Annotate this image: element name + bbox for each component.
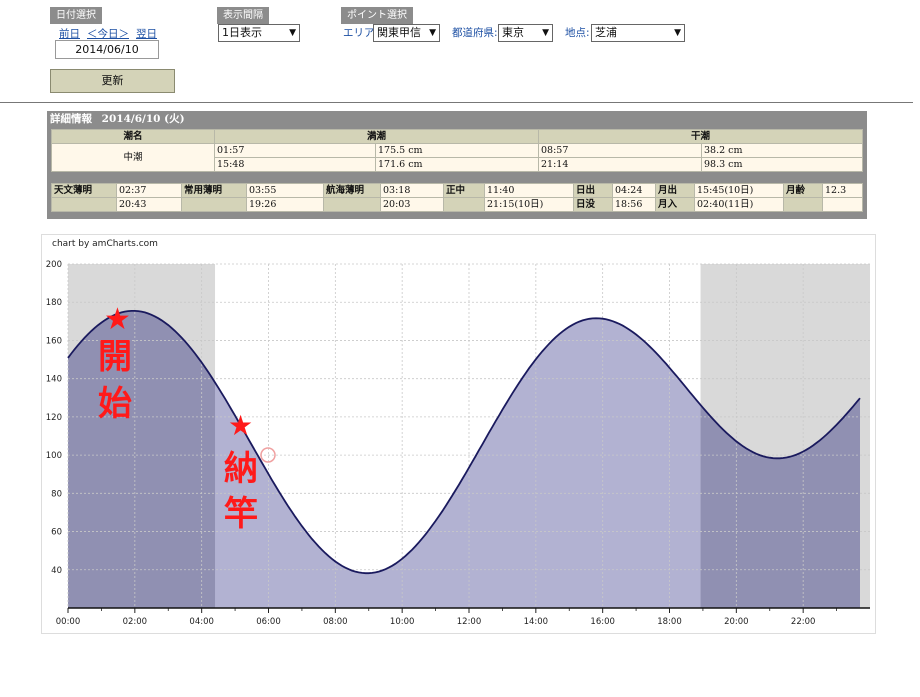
y-tick-label: 80	[51, 489, 62, 499]
divider	[0, 102, 913, 103]
transit-2: 21:15(10日)	[484, 197, 574, 212]
high-level-2: 171.6 cm	[375, 157, 539, 172]
x-tick-label: 16:00	[590, 617, 615, 627]
start-star-icon: ★	[104, 302, 131, 337]
chevron-down-icon: ▼	[674, 28, 681, 38]
place-select[interactable]: 芝浦 ▼	[591, 24, 685, 42]
moon-age-label-blank	[783, 197, 823, 212]
prefecture-label: 都道府県:	[452, 27, 498, 39]
prefecture-select-value: 東京	[502, 26, 524, 39]
nautical-twilight-label: 航海薄明	[323, 183, 381, 198]
today-link[interactable]: ＜今日＞	[87, 26, 129, 41]
next-day-link[interactable]: 翌日	[136, 26, 157, 41]
place-select-value: 芝浦	[595, 26, 617, 39]
interval-select-value: 1日表示	[222, 26, 262, 39]
end-star-icon: ★	[228, 409, 253, 442]
detail-heading: 詳細情報 2014/6/10 (火)	[47, 111, 867, 127]
point-panel-title: ポイント選択	[341, 7, 413, 24]
detail-heading-date: 2014/6/10 (火)	[101, 113, 185, 125]
tide-chart-svg: 40 60 80 100 120 140 160 180 200 00:00 02:00 04:00 0…	[46, 260, 870, 627]
transit-1: 11:40	[484, 183, 574, 198]
interval-panel-title: 表示間隔	[217, 7, 269, 24]
y-tick-label: 100	[46, 451, 62, 461]
moonset-value: 02:40(11日)	[694, 197, 784, 212]
tide-chart: chart by amCharts.com 40 60 80 100 120 140 160…	[41, 234, 876, 634]
nautical-twilight-start: 03:18	[380, 183, 444, 198]
astro-twilight-label: 天文薄明	[51, 183, 117, 198]
civil-twilight-label: 常用薄明	[181, 183, 247, 198]
nautical-twilight-label-blank	[323, 197, 381, 212]
sunrise-label: 日出	[573, 183, 613, 198]
moonset-label: 月入	[655, 197, 695, 212]
date-field[interactable]: 2014/06/10	[55, 40, 159, 59]
end-annotation-char-1: 納	[224, 449, 258, 489]
chevron-down-icon: ▼	[542, 28, 549, 38]
detail-heading-label: 詳細情報	[50, 113, 92, 125]
astro-twilight-label-blank	[51, 197, 117, 212]
y-tick-label: 160	[46, 336, 62, 346]
prefecture-select[interactable]: 東京 ▼	[498, 24, 553, 42]
x-tick-label: 04:00	[189, 617, 214, 627]
y-tick-label: 140	[46, 375, 62, 385]
low-time-2: 21:14	[538, 157, 702, 172]
moon-age-value: 12.3	[822, 183, 863, 198]
high-level-1: 175.5 cm	[375, 143, 539, 158]
high-time-1: 01:57	[214, 143, 376, 158]
area-select[interactable]: 関東甲信 ▼	[373, 24, 440, 42]
astro-table: 天文薄明 02:37 常用薄明 03:55 航海薄明 03:18 正中 11:4…	[51, 183, 863, 212]
date-panel-title: 日付選択	[50, 7, 102, 24]
y-tick-label: 200	[46, 260, 62, 270]
detail-panel: 詳細情報 2014/6/10 (火) 潮名 満潮 干潮 中潮 01:57 175…	[47, 111, 867, 219]
moonrise-label: 月出	[655, 183, 695, 198]
end-annotation-char-2: 竿	[224, 494, 258, 534]
start-annotation-char-1: 開	[98, 337, 132, 377]
y-tick-label: 60	[51, 528, 62, 538]
high-time-2: 15:48	[214, 157, 376, 172]
moon-age-label: 月齢	[783, 183, 823, 198]
interval-select[interactable]: 1日表示 ▼	[218, 24, 300, 42]
x-tick-label: 20:00	[724, 617, 749, 627]
col-high-tide: 満潮	[214, 129, 539, 144]
moonrise-value: 15:45(10日)	[694, 183, 784, 198]
civil-twilight-label-blank	[181, 197, 247, 212]
sunset-label: 日没	[573, 197, 613, 212]
chevron-down-icon: ▼	[289, 28, 296, 38]
start-annotation-char-2: 始	[98, 384, 132, 424]
area-select-value: 関東甲信	[377, 26, 421, 39]
sunset-value: 18:56	[612, 197, 656, 212]
place-label: 地点:	[565, 27, 590, 39]
prev-day-link[interactable]: 前日	[59, 26, 80, 41]
astro-twilight-start: 02:37	[116, 183, 182, 198]
sunrise-value: 04:24	[612, 183, 656, 198]
low-level-1: 38.2 cm	[701, 143, 863, 158]
y-tick-label: 40	[51, 566, 62, 576]
x-tick-label: 12:00	[457, 617, 482, 627]
transit-label-blank	[443, 197, 485, 212]
low-level-2: 98.3 cm	[701, 157, 863, 172]
y-tick-label: 180	[46, 298, 62, 308]
civil-twilight-start: 03:55	[246, 183, 324, 198]
x-tick-label: 18:00	[657, 617, 682, 627]
civil-twilight-end: 19:26	[246, 197, 324, 212]
y-tick-label: 120	[46, 413, 62, 423]
x-tick-label: 02:00	[123, 617, 148, 627]
astro-twilight-end: 20:43	[116, 197, 182, 212]
x-tick-label: 14:00	[524, 617, 549, 627]
x-tick-label: 08:00	[323, 617, 348, 627]
col-tide-name: 潮名	[51, 129, 215, 144]
x-tick-label: 10:00	[390, 617, 415, 627]
nautical-twilight-end: 20:03	[380, 197, 444, 212]
x-tick-label: 06:00	[256, 617, 281, 627]
tide-name-cell: 中潮	[51, 143, 215, 172]
x-tick-label: 22:00	[791, 617, 816, 627]
x-tick-label: 00:00	[56, 617, 81, 627]
tide-table: 潮名 満潮 干潮 中潮 01:57 175.5 cm 08:57 38.2 cm…	[51, 129, 863, 172]
low-time-1: 08:57	[538, 143, 702, 158]
transit-label: 正中	[443, 183, 485, 198]
moon-age-blank	[822, 197, 863, 212]
col-low-tide: 干潮	[538, 129, 863, 144]
chevron-down-icon: ▼	[429, 28, 436, 38]
update-button[interactable]: 更新	[50, 69, 175, 93]
